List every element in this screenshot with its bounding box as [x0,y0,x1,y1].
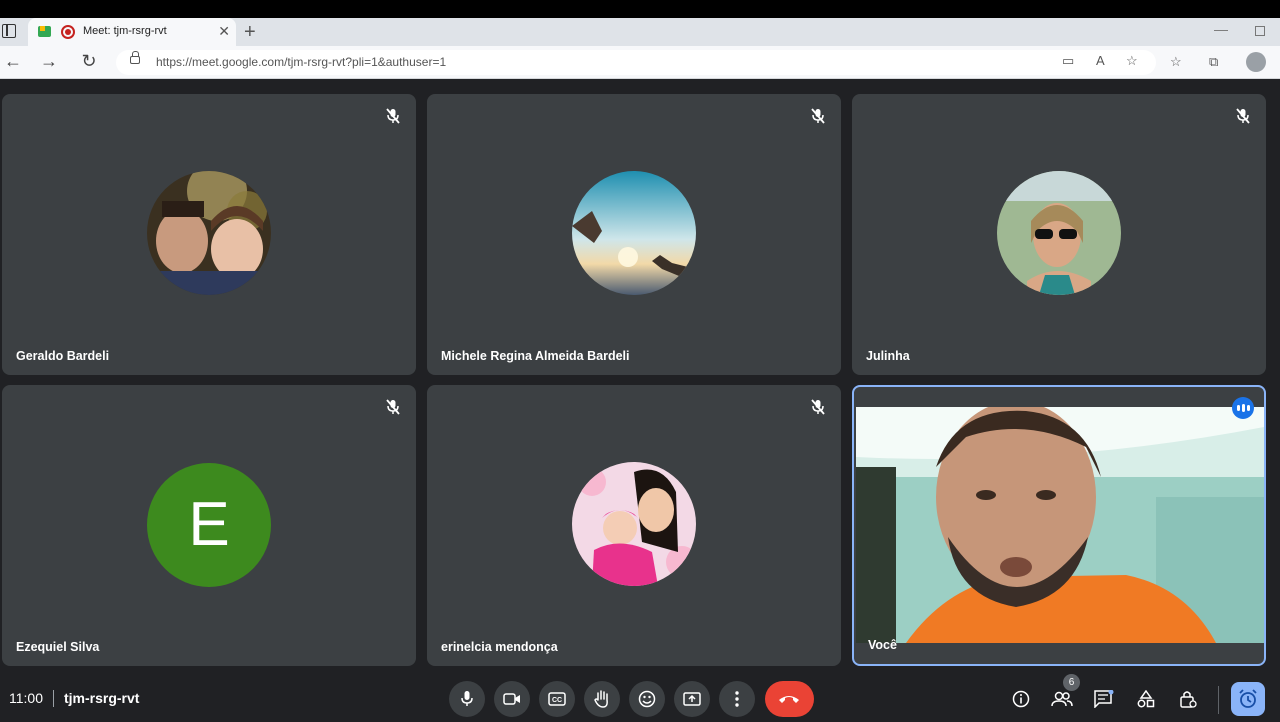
participant-name: Michele Regina Almeida Bardeli [441,349,630,363]
self-video-tile[interactable]: Você [852,385,1266,666]
activities-button[interactable] [1131,684,1161,714]
emoji-icon [638,690,656,708]
participant-name: Você [868,638,897,652]
chat-icon [1094,689,1114,709]
participant-name: Ezequiel Silva [16,640,100,654]
participant-tile[interactable]: erinelcia mendonça [427,385,841,666]
self-video-feed [856,407,1264,643]
mic-off-icon [811,399,825,415]
meeting-code: tjm-rsrg-rvt [64,690,140,706]
lock-person-icon [1180,691,1197,708]
back-button[interactable]: ← [2,51,24,72]
maximize-window-button[interactable] [1255,26,1265,36]
hand-icon [594,690,608,708]
participant-tile[interactable]: Michele Regina Almeida Bardeli [427,94,841,375]
svg-text:CC: CC [552,697,562,704]
read-aloud-icon[interactable]: A [1096,53,1105,68]
participant-tile[interactable]: E Ezequiel Silva [2,385,416,666]
captions-button[interactable]: CC [539,681,575,717]
mic-off-icon [811,108,825,124]
shapes-icon [1137,689,1155,708]
camera-button[interactable] [494,681,530,717]
participant-name: erinelcia mendonça [441,640,558,654]
info-icon [1012,690,1030,708]
more-options-button[interactable] [719,681,755,717]
lock-icon[interactable] [130,51,140,64]
present-icon [683,692,701,706]
present-screen-button[interactable] [674,681,710,717]
add-favorite-icon[interactable]: ☆ [1126,53,1138,69]
leave-call-button[interactable] [765,681,814,717]
participant-count-badge: 6 [1063,674,1080,691]
participant-avatar-photo [147,171,271,295]
participant-tile[interactable]: Julinha [852,94,1266,375]
tab-strip: Meet: tjm-rsrg-rvt ✕ + — [0,18,1280,46]
speaking-indicator-icon [1232,397,1254,419]
minimize-window-button[interactable]: — [1214,21,1228,37]
microphone-icon [461,691,473,706]
raise-hand-button[interactable] [584,681,620,717]
mic-off-icon [386,108,400,124]
host-controls-button[interactable] [1173,684,1203,714]
mic-off-icon [1236,108,1250,124]
divider [53,690,54,707]
hangup-icon [779,696,799,703]
captions-icon: CC [548,692,566,706]
camera-icon [503,693,520,705]
microphone-button[interactable] [449,681,485,717]
reload-button[interactable]: ↻ [78,51,100,72]
recording-indicator-icon [61,25,75,39]
camera-in-use-icon[interactable]: ▭ [1062,53,1074,69]
favorites-icon[interactable]: ☆ [1170,54,1182,70]
participant-name: Geraldo Bardeli [16,349,110,363]
alarm-icon [1239,689,1257,708]
meeting-controls-bar: 11:00 tjm-rsrg-rvt CC 6 [0,672,1280,720]
participant-avatar-photo [572,171,696,295]
participant-name: Julinha [866,349,910,363]
screen-top-border [0,0,1280,18]
new-tab-button[interactable]: + [244,21,256,44]
address-bar: ← → ↻ https://meet.google.com/tjm-rsrg-r… [0,46,1280,79]
divider [1218,686,1219,714]
tab-title: Meet: tjm-rsrg-rvt [83,25,167,37]
timer-button[interactable] [1231,682,1265,716]
mic-off-icon [386,399,400,415]
browser-tab[interactable]: Meet: tjm-rsrg-rvt ✕ [28,18,236,46]
reactions-button[interactable] [629,681,665,717]
participant-avatar-photo [572,462,696,586]
meeting-time: 11:00 [9,690,43,706]
meet-favicon-icon [38,26,51,37]
participant-avatar-letter: E [147,463,271,587]
people-icon [1051,691,1073,707]
participant-avatar-photo [997,171,1121,295]
collections-icon[interactable]: ⧉ [1209,54,1218,70]
participant-tile[interactable]: Geraldo Bardeli [2,94,416,375]
url-field[interactable]: https://meet.google.com/tjm-rsrg-rvt?pli… [116,50,1156,75]
close-tab-icon[interactable]: ✕ [218,23,230,40]
forward-button[interactable]: → [38,51,60,72]
meeting-details-button[interactable] [1006,684,1036,714]
url-text[interactable]: https://meet.google.com/tjm-rsrg-rvt?pli… [156,55,446,69]
chat-button[interactable] [1089,684,1119,714]
participant-grid: Geraldo Bardeli Michele Regina Almeida B… [0,82,1280,672]
profile-avatar[interactable] [1246,52,1266,72]
tab-actions-icon[interactable] [2,24,16,38]
more-vert-icon [735,691,739,707]
